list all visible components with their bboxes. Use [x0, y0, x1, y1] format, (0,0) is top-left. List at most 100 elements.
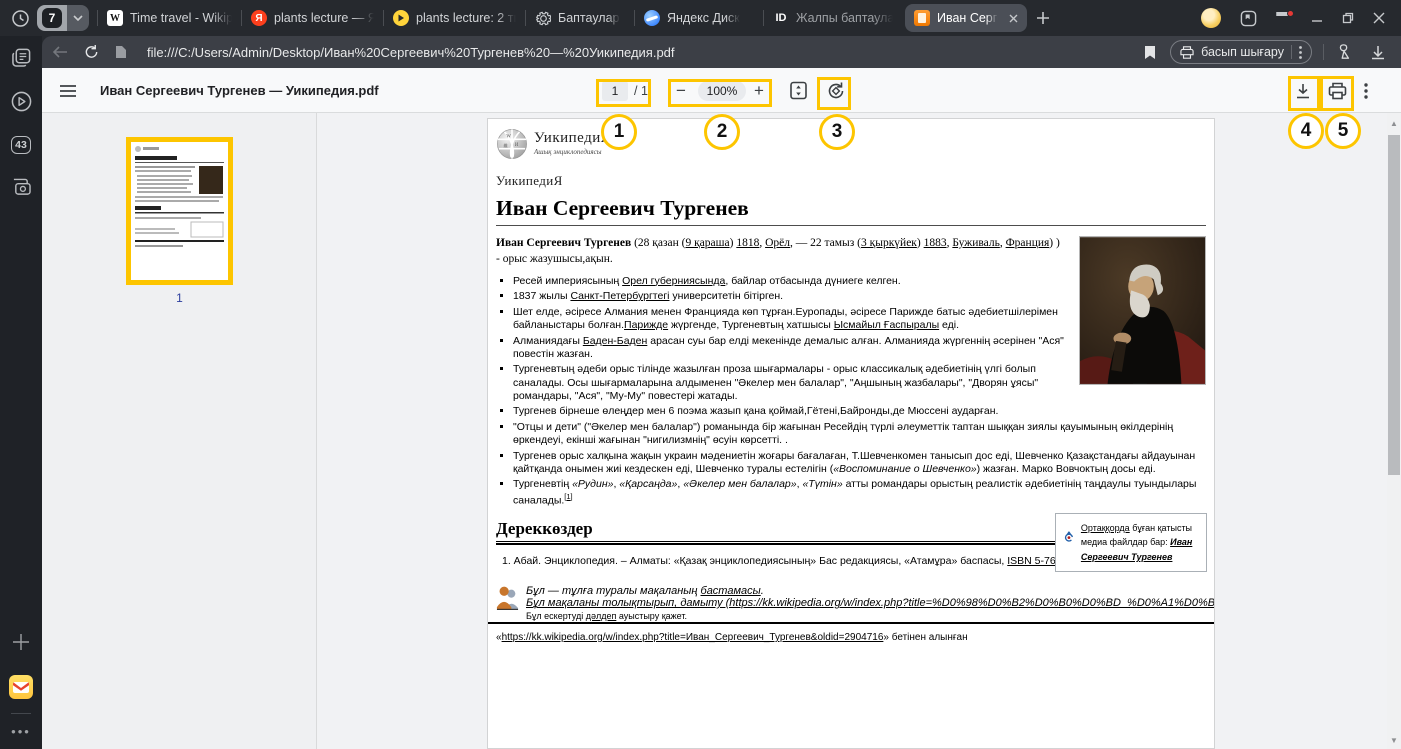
text-segment: Тургеневтің [513, 478, 572, 490]
tab-turgenev-pdf-active[interactable]: Иван Сергееви [905, 4, 1027, 32]
gear-favicon [535, 10, 551, 26]
add-panel-icon[interactable] [12, 633, 30, 651]
article-link[interactable]: Баден-Баден [583, 335, 648, 347]
site-tagline: Ашық энциклопедиясы [534, 148, 611, 156]
minimize-button[interactable] [1311, 12, 1323, 24]
page-number-input[interactable]: 1 [602, 68, 628, 113]
close-tab-icon[interactable] [1009, 14, 1018, 23]
pdf-download-icon[interactable] [1294, 68, 1312, 113]
print-page-button[interactable]: басып шығару [1170, 40, 1312, 64]
article-link[interactable]: 3 қыркүйек [861, 237, 917, 249]
video-play-favicon [393, 10, 409, 26]
side-panel-icon[interactable] [1240, 10, 1257, 27]
article-link[interactable]: Ортаққорда [1081, 523, 1130, 533]
browser-window: 7 W Time travel - Wikip Я plants lecture… [0, 0, 1401, 749]
tab-panels-icon[interactable] [12, 48, 31, 67]
pdf-menu-icon[interactable] [60, 68, 76, 113]
restore-button[interactable] [1342, 12, 1354, 24]
text-segment: Алманиядағы [513, 335, 583, 347]
pdf-print-icon[interactable] [1328, 68, 1347, 113]
tab-time-travel[interactable]: W Time travel - Wikip [98, 0, 241, 36]
tab-counter-button[interactable]: 7 [37, 5, 89, 31]
text-segment: университетін бітірген. [669, 290, 783, 302]
text-segment: ) [917, 237, 924, 249]
scrollbar-thumb[interactable] [1388, 135, 1400, 475]
close-window-button[interactable] [1373, 12, 1385, 24]
text-segment: (28 қазан ( [631, 237, 685, 249]
article-link[interactable]: Бұл мақаланы толықтырып, дамыту (https:/… [526, 597, 1214, 609]
download-icon[interactable] [1371, 45, 1385, 60]
article-link[interactable]: Орел губерниясында [622, 275, 725, 287]
text-segment: жүргенде, Тургеневтың хатшысы [668, 319, 834, 331]
scroll-down-icon[interactable]: ▼ [1387, 736, 1401, 745]
text-segment: Бұл ескертуді [526, 611, 586, 621]
page-thumbnail[interactable] [126, 137, 233, 285]
pdf-favicon [914, 10, 930, 26]
svg-text:W: W [506, 134, 511, 139]
commons-box: Ортаққорда бұған қатысты медиа файлдар б… [1055, 513, 1207, 572]
article-link[interactable]: https://kk.wikipedia.org/w/index.php?tit… [502, 632, 884, 643]
zoom-out-button[interactable]: − [676, 68, 686, 113]
article-link[interactable]: Санкт-Петербургтегі [570, 290, 669, 302]
tab-general-settings[interactable]: ID Жалпы баптаулар [764, 0, 902, 36]
collections-icon[interactable] [1335, 44, 1353, 60]
callout-number-1: 1 [601, 114, 637, 150]
zoom-in-button[interactable]: + [754, 68, 764, 113]
commons-logo [1064, 521, 1074, 552]
print-options-icon[interactable] [1299, 46, 1302, 59]
history-clock-icon[interactable] [12, 10, 29, 27]
open-tabs-badge[interactable]: 43 [11, 136, 31, 154]
text-segment: «Воспоминание о Шевченко» [833, 463, 976, 475]
file-icon [115, 45, 127, 59]
article-link[interactable]: 9 қараша [685, 237, 729, 249]
article-link[interactable]: Парижде [624, 319, 668, 331]
article-link[interactable]: 1818 [736, 237, 759, 249]
pdf-more-options-icon[interactable] [1364, 68, 1368, 113]
article-link[interactable]: Орёл [765, 237, 790, 249]
tab-plants-lecture-search[interactable]: Я plants lecture — Я [242, 0, 383, 36]
more-panels-icon[interactable]: ••• [11, 724, 31, 739]
stub-edit-link: Бұл мақаланы толықтырып, дамыту (https:/… [526, 597, 1214, 609]
profile-avatar[interactable] [1201, 8, 1221, 28]
fit-page-icon[interactable] [789, 68, 808, 113]
stub-line-1: Бұл — тұлға туралы мақаланың бастамасы. [526, 585, 1214, 597]
article-link[interactable]: бастамасы [701, 585, 761, 597]
thumbnails-panel: 1 [42, 113, 317, 749]
vertical-scrollbar[interactable]: ▲ ▼ [1387, 113, 1401, 749]
yandex-favicon: Я [251, 10, 267, 26]
id-favicon: ID [773, 10, 789, 26]
zoom-level[interactable]: 100% [698, 68, 746, 113]
reload-icon[interactable] [84, 44, 99, 60]
commons-text: Ортаққорда бұған қатысты медиа файлдар б… [1081, 521, 1198, 564]
url-text[interactable]: file:///C:/Users/Admin/Desktop/Иван%20Се… [147, 45, 1132, 60]
article-link[interactable]: [1] [564, 492, 572, 501]
bookmark-icon[interactable] [1144, 45, 1156, 60]
article-link[interactable]: Ысмайыл Ғаспыралы [834, 319, 939, 331]
stub-person-icon [496, 585, 519, 610]
article-link[interactable]: Франция [1006, 237, 1050, 249]
text-segment: Тургенев бірнеше өлеңдер мен 6 поэма жаз… [513, 405, 998, 417]
back-icon[interactable] [52, 45, 68, 59]
site-label: УикипедиЯ [496, 173, 1206, 189]
rotate-icon[interactable] [826, 68, 846, 113]
bullet-item: Тургенев бірнеше өлеңдер мен 6 поэма жаз… [513, 405, 1206, 418]
browser-tab-bar: 7 W Time travel - Wikip Я plants lecture… [0, 0, 1401, 36]
document-title: Иван Сергеевич Тургенев — Уикипедия.pdf [100, 83, 379, 98]
player-icon[interactable] [11, 91, 32, 112]
article-link[interactable]: дәлдеп [586, 611, 617, 621]
article-link[interactable]: 1883 [924, 237, 947, 249]
new-tab-button[interactable] [1036, 11, 1050, 25]
yandex-mail-icon[interactable] [9, 675, 33, 699]
article-link[interactable]: Буживаль [952, 237, 999, 249]
chevron-down-icon[interactable] [67, 5, 89, 31]
bullet-item: "Отцы и дети" ("Әкелер мен балалар") ром… [513, 421, 1206, 447]
browser-menu-icon[interactable] [1276, 12, 1292, 24]
callout-number-2: 2 [704, 114, 740, 150]
scroll-up-icon[interactable]: ▲ [1387, 119, 1401, 128]
tab-plants-lecture-video[interactable]: plants lecture: 2 ть [384, 0, 525, 36]
tab-yandex-disk[interactable]: Яндекс Диск [635, 0, 763, 36]
tab-settings[interactable]: Баптаулар [526, 0, 634, 36]
stub-notice: Бұл — тұлға туралы мақаланың бастамасы. … [496, 585, 1214, 621]
screenshot-icon[interactable] [11, 178, 32, 196]
text-segment: . [761, 585, 764, 597]
